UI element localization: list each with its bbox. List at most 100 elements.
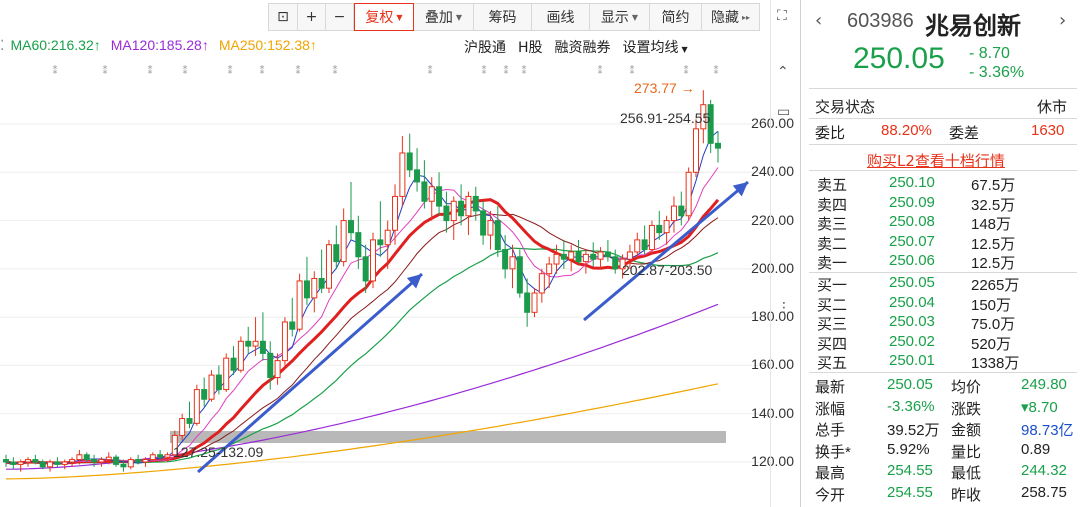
status-value: 休市	[1037, 99, 1068, 116]
event-marker: ⁑	[148, 64, 153, 77]
bid-level-label: 买五	[817, 355, 848, 372]
divider	[809, 88, 1077, 89]
candle-body	[223, 357, 230, 391]
margin-link[interactable]: 融资融券	[555, 37, 611, 57]
resize-handle-icon[interactable]: ▭	[777, 104, 790, 120]
bid-price: 250.03	[889, 313, 935, 330]
event-marker: ⁑	[183, 64, 188, 77]
candle-body	[612, 256, 619, 270]
candle-body	[127, 459, 134, 468]
candle-body	[296, 280, 303, 330]
kline-chart-area[interactable]: ⁑ ⁑ ⁑ ⁑ ⁑ ⁑ ⁑ ⁑ ⁑ ⁑ ⁑ ⁑ ⁑ ⁑ ⁑ ⁑ ⊡ + − 复权 ▼ 叠加 ▼ 筹码	[0, 0, 800, 507]
simple-button[interactable]: 简约	[650, 3, 702, 31]
simple-label: 简约	[661, 10, 690, 26]
overlay-button[interactable]: 叠加 ▼	[414, 3, 474, 31]
zoom-out-button[interactable]: −	[326, 3, 354, 31]
collapse-arrow-icon[interactable]: ⌃	[777, 64, 789, 80]
h-share-link[interactable]: H股	[518, 37, 543, 57]
ma250-legend[interactable]: MA250:152.38↑	[219, 37, 317, 54]
weibi-value: 88.20%	[881, 122, 932, 139]
candle-body	[531, 292, 538, 313]
candle-body	[524, 292, 531, 313]
candle-body	[377, 239, 384, 246]
candle-body	[538, 273, 545, 294]
change-percent: - 3.36%	[969, 64, 1025, 81]
bid-price: 250.05	[889, 274, 935, 291]
ma120-legend[interactable]: MA120:185.28↑	[111, 37, 209, 54]
chips-button[interactable]: 筹码	[474, 3, 532, 31]
event-marker: ⁑	[522, 64, 527, 77]
ma250-value: MA250:152.38	[218, 37, 310, 53]
caret-down-icon: ▼	[396, 12, 403, 22]
candle-body	[494, 220, 501, 251]
candle-body	[678, 205, 685, 217]
candle-body	[47, 461, 54, 468]
candle-body	[362, 256, 369, 282]
candle-body	[120, 463, 127, 468]
candle-body	[69, 459, 76, 463]
bid-row: 买三 250.03 75.0万	[801, 313, 1080, 333]
candle-body	[289, 321, 296, 330]
ask-level-label: 卖五	[817, 177, 848, 194]
prev-stock-icon[interactable]: ‹	[815, 10, 822, 31]
drag-handle-icon[interactable]: ⋮	[777, 300, 791, 316]
candle-body	[237, 340, 244, 371]
buy-l2-link[interactable]: 购买L2查看十档行情	[867, 150, 1005, 171]
bid-level-label: 买二	[817, 296, 848, 314]
ma-red-line	[5, 198, 720, 465]
candle-body	[487, 220, 494, 236]
caret-down-icon: ▼	[455, 12, 463, 22]
expand-icon[interactable]: ⛶	[777, 8, 787, 24]
display-button[interactable]: 显示 ▼	[590, 3, 650, 31]
stat-label: 涨跌	[951, 400, 982, 418]
bid-level-label: 买三	[817, 316, 848, 333]
candle-body	[502, 249, 509, 270]
candle-body	[54, 461, 61, 465]
candle-body	[590, 253, 597, 260]
candle-body	[149, 454, 156, 461]
candle-body	[193, 389, 200, 424]
fuquan-button[interactable]: 复权 ▼	[354, 3, 414, 31]
zoom-in-button[interactable]: +	[298, 3, 326, 31]
stat-value: 0.89	[1021, 440, 1051, 458]
up-arrow-icon: ↑	[309, 37, 317, 53]
chart-toolbar: ⊡ + − 复权 ▼ 叠加 ▼ 筹码 画线 显示 ▼ 简约 隐藏 ▸▸	[268, 3, 760, 31]
stat-value: 249.80	[1021, 376, 1067, 393]
ask-volume: 12.5万	[971, 255, 1016, 272]
candle-body	[17, 461, 24, 465]
candle-body	[546, 263, 553, 275]
candle-body	[384, 229, 391, 246]
stat-label: 昨收	[951, 486, 982, 504]
ma60-value: MA60:216.32	[10, 37, 94, 53]
more-dots-icon: ⁚	[0, 37, 5, 53]
candle-body	[32, 459, 39, 463]
hsgt-link[interactable]: 沪股通	[464, 37, 506, 57]
ask-price: 250.07	[889, 232, 935, 250]
candle-body	[142, 459, 149, 463]
stock-name: 兆易创新	[925, 12, 1021, 40]
candle-body	[91, 459, 98, 463]
stat-label: 最新	[815, 379, 846, 396]
divider	[809, 372, 1077, 373]
candle-body	[553, 253, 560, 265]
draw-line-button[interactable]: 画线	[532, 3, 590, 31]
candle-body	[3, 459, 9, 463]
ask-row: 卖二 250.07 12.5万	[801, 233, 1080, 253]
next-stock-icon[interactable]: ›	[1059, 10, 1066, 31]
lock-button[interactable]: ⊡	[268, 3, 298, 31]
stat-value: 258.75	[1021, 483, 1067, 501]
lock-icon: ⊡	[277, 9, 289, 25]
stats-row: 换手* 5.92% 量比 0.89	[801, 441, 1080, 461]
ask-price: 250.06	[889, 252, 935, 269]
change-value: - 8.70	[969, 45, 1010, 62]
candle-body	[98, 459, 105, 463]
caret-down-icon: ▼	[631, 12, 639, 22]
ask-volume: 12.5万	[971, 235, 1016, 253]
high-price-value: 273.77	[634, 80, 677, 96]
ma60-legend[interactable]: MA60:216.32↑	[10, 37, 100, 54]
kline-chart[interactable]: ⁑ ⁑ ⁑ ⁑ ⁑ ⁑ ⁑ ⁑ ⁑ ⁑ ⁑ ⁑ ⁑ ⁑ ⁑ ⁑	[0, 0, 800, 507]
candle-body	[670, 205, 677, 222]
candle-body	[347, 220, 354, 234]
ma-settings-link[interactable]: 设置均线 ▼	[623, 37, 688, 57]
candle-body	[582, 253, 589, 263]
